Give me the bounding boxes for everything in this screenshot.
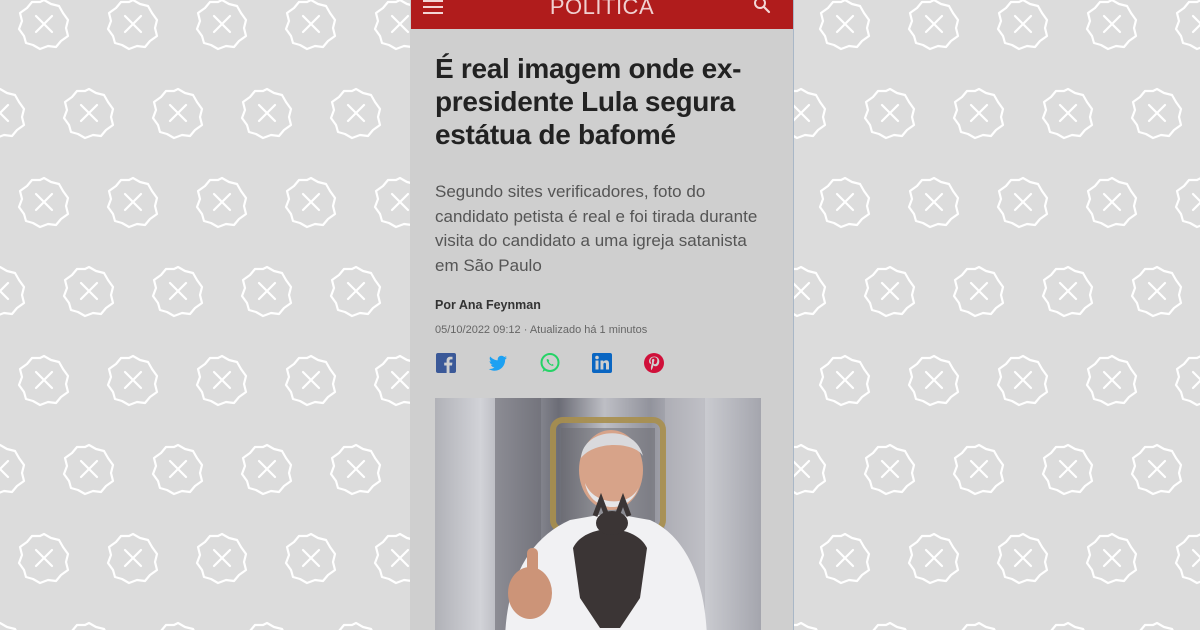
- publish-date: 05/10/2022 09:12: [435, 324, 521, 336]
- search-icon[interactable]: [753, 0, 771, 14]
- byline-prefix: Por: [435, 298, 456, 312]
- facebook-icon[interactable]: [435, 352, 457, 374]
- article-headline: É real imagem onde ex-presidente Lula se…: [435, 53, 742, 150]
- photo-illustration: [435, 398, 761, 630]
- twitter-icon[interactable]: [487, 352, 509, 374]
- article-photo: [435, 398, 761, 630]
- article-subheadline: Segundo sites verificadores, foto do can…: [435, 182, 758, 275]
- whatsapp-icon[interactable]: [539, 352, 561, 374]
- section-title[interactable]: POLITICA: [411, 0, 793, 20]
- updated-time: · Atualizado há 1 minutos: [523, 324, 648, 336]
- top-navigation-bar: POLITICA: [411, 0, 793, 29]
- phone-screenshot: POLITICA É real imagem onde ex-president…: [410, 0, 794, 630]
- pinterest-icon[interactable]: [643, 352, 665, 374]
- dateline: 05/10/2022 09:12 · Atualizado há 1 minut…: [435, 324, 647, 336]
- author-link[interactable]: Ana Feynman: [459, 298, 541, 312]
- byline: Por Ana Feynman: [435, 298, 541, 312]
- linkedin-icon[interactable]: [591, 352, 613, 374]
